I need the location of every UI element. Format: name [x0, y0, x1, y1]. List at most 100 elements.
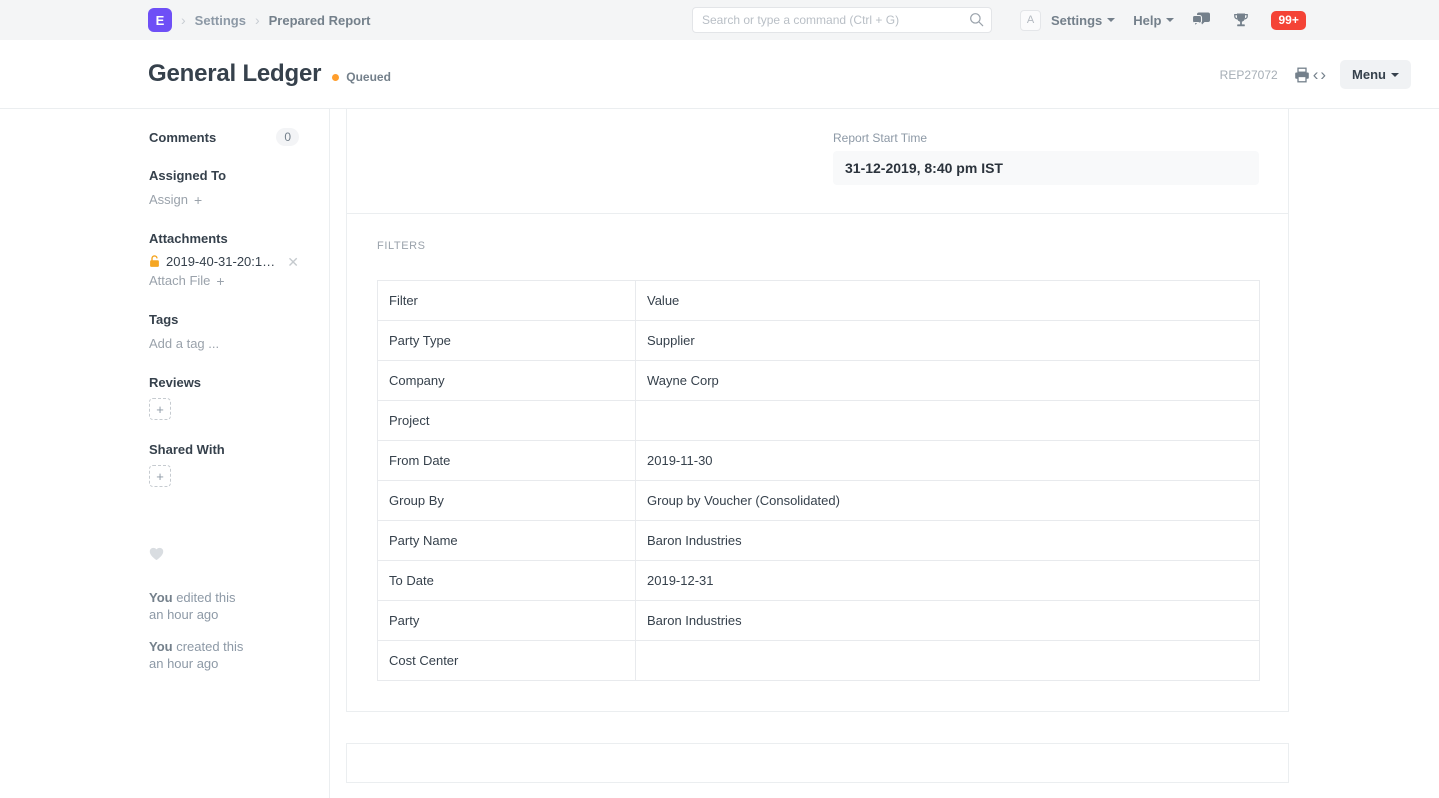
activity-time: an hour ago	[149, 656, 218, 671]
table-row: From Date2019-11-30	[378, 441, 1260, 481]
chevron-down-icon	[1107, 18, 1115, 22]
sidebar-section-reviews: Reviews +	[149, 375, 299, 420]
table-row: CompanyWayne Corp	[378, 361, 1260, 401]
table-row: Project	[378, 401, 1260, 441]
page-titlebar: General Ledger Queued REP27072 ‹ › Menu	[0, 40, 1439, 109]
table-row: Group ByGroup by Voucher (Consolidated)	[378, 481, 1260, 521]
status-dot-icon	[332, 74, 339, 81]
status-label: Queued	[346, 70, 391, 84]
tags-label: Tags	[149, 312, 299, 327]
assign-button[interactable]: Assign +	[149, 192, 202, 208]
report-start-time-field: Report Start Time 31-12-2019, 8:40 pm IS…	[833, 131, 1259, 185]
chevron-down-icon	[1391, 73, 1399, 77]
attachment-filename[interactable]: 2019-40-31-20:12.json...	[166, 254, 279, 269]
reviews-label: Reviews	[149, 375, 299, 390]
add-tag-input[interactable]: Add a tag ...	[149, 336, 219, 351]
activity-item: You edited this an hour ago	[149, 590, 299, 623]
breadcrumb-item-settings[interactable]: Settings	[195, 13, 246, 28]
add-review-button[interactable]: +	[149, 398, 171, 420]
attachments-label: Attachments	[149, 231, 299, 246]
report-info-card: Report Start Time 31-12-2019, 8:40 pm IS…	[346, 109, 1289, 214]
filter-value-cell	[636, 401, 1260, 441]
trophy-icon[interactable]	[1233, 12, 1249, 29]
filter-name-cell: Party	[378, 601, 636, 641]
column-header-value: Value	[636, 281, 1260, 321]
filter-name-cell: To Date	[378, 561, 636, 601]
sidebar-section-comments: Comments 0	[149, 128, 299, 146]
chat-icon[interactable]	[1192, 12, 1211, 28]
assign-label: Assign	[149, 192, 188, 207]
activity-actor: You	[149, 590, 173, 605]
filter-name-cell: Cost Center	[378, 641, 636, 681]
table-row: Party TypeSupplier	[378, 321, 1260, 361]
like-heart-icon[interactable]	[149, 547, 299, 566]
page-body: Comments 0 Assigned To Assign + Attachme…	[0, 109, 1439, 798]
sidebar-section-attachments: Attachments 2019-40-31-20:12.json... ✕ A…	[149, 231, 299, 290]
sidebar-section-assigned-to: Assigned To Assign +	[149, 168, 299, 209]
filter-value-cell: 2019-12-31	[636, 561, 1260, 601]
activity-time: an hour ago	[149, 607, 218, 622]
filter-name-cell: From Date	[378, 441, 636, 481]
filter-value-cell: Baron Industries	[636, 601, 1260, 641]
chevron-down-icon	[1166, 18, 1174, 22]
activity-item: You created this an hour ago	[149, 639, 299, 672]
form-sidebar: Comments 0 Assigned To Assign + Attachme…	[0, 109, 330, 798]
avatar[interactable]: A	[1020, 10, 1041, 31]
filter-name-cell: Party Type	[378, 321, 636, 361]
breadcrumb-item-prepared-report[interactable]: Prepared Report	[269, 13, 371, 28]
filter-value-cell: Supplier	[636, 321, 1260, 361]
plus-icon: +	[216, 273, 224, 289]
menu-button-label: Menu	[1352, 67, 1386, 82]
report-start-time-label: Report Start Time	[833, 131, 1259, 145]
next-document-button[interactable]: ›	[1319, 66, 1327, 83]
plus-icon: +	[194, 192, 202, 208]
shared-with-label: Shared With	[149, 442, 299, 457]
notification-badge[interactable]: 99+	[1271, 11, 1305, 30]
activity-action: edited this	[173, 590, 236, 605]
search-input[interactable]	[692, 7, 992, 33]
nav-settings-label: Settings	[1051, 13, 1102, 28]
document-id: REP27072	[1220, 68, 1278, 82]
filters-section-heading: FILTERS	[347, 214, 1288, 252]
app-logo-icon[interactable]: E	[148, 8, 172, 32]
filters-table: Filter Value Party TypeSupplierCompanyWa…	[377, 280, 1260, 681]
filters-card: FILTERS Filter Value Party TypeSupplierC…	[346, 214, 1289, 712]
top-navbar: E › Settings › Prepared Report A Setting…	[0, 0, 1439, 40]
column-header-filter: Filter	[378, 281, 636, 321]
comments-header[interactable]: Comments 0	[149, 128, 299, 146]
report-start-time-value: 31-12-2019, 8:40 pm IST	[833, 151, 1259, 185]
assigned-to-label: Assigned To	[149, 168, 299, 183]
previous-document-button[interactable]: ‹	[1312, 66, 1320, 83]
filter-name-cell: Project	[378, 401, 636, 441]
search-container	[692, 7, 992, 33]
attach-file-button[interactable]: Attach File +	[149, 273, 225, 289]
print-icon[interactable]	[1292, 65, 1312, 85]
nav-settings-dropdown[interactable]: Settings	[1051, 13, 1115, 28]
attachment-item[interactable]: 2019-40-31-20:12.json... ✕	[149, 254, 299, 269]
page-title: General Ledger	[148, 60, 321, 88]
remove-attachment-icon[interactable]: ✕	[287, 255, 299, 269]
titlebar-actions: REP27072 ‹ › Menu	[1220, 40, 1411, 109]
attach-file-label: Attach File	[149, 273, 210, 288]
breadcrumb-separator-icon: ›	[255, 12, 260, 28]
filter-value-cell: 2019-11-30	[636, 441, 1260, 481]
filter-value-cell: Baron Industries	[636, 521, 1260, 561]
lock-icon	[149, 255, 160, 268]
table-row: Cost Center	[378, 641, 1260, 681]
comments-label: Comments	[149, 130, 216, 145]
status-badge: Queued	[332, 70, 391, 84]
nav-help-dropdown[interactable]: Help	[1133, 13, 1174, 28]
table-row: PartyBaron Industries	[378, 601, 1260, 641]
menu-button[interactable]: Menu	[1340, 60, 1411, 89]
main-content: Report Start Time 31-12-2019, 8:40 pm IS…	[330, 109, 1439, 798]
filter-value-cell: Group by Voucher (Consolidated)	[636, 481, 1260, 521]
filters-table-body: Party TypeSupplierCompanyWayne CorpProje…	[378, 321, 1260, 681]
comments-count: 0	[276, 128, 299, 146]
next-section-card	[346, 743, 1289, 783]
filter-name-cell: Party Name	[378, 521, 636, 561]
table-header-row: Filter Value	[378, 281, 1260, 321]
activity-action: created this	[173, 639, 244, 654]
add-share-button[interactable]: +	[149, 465, 171, 487]
table-row: To Date2019-12-31	[378, 561, 1260, 601]
nav-help-label: Help	[1133, 13, 1161, 28]
